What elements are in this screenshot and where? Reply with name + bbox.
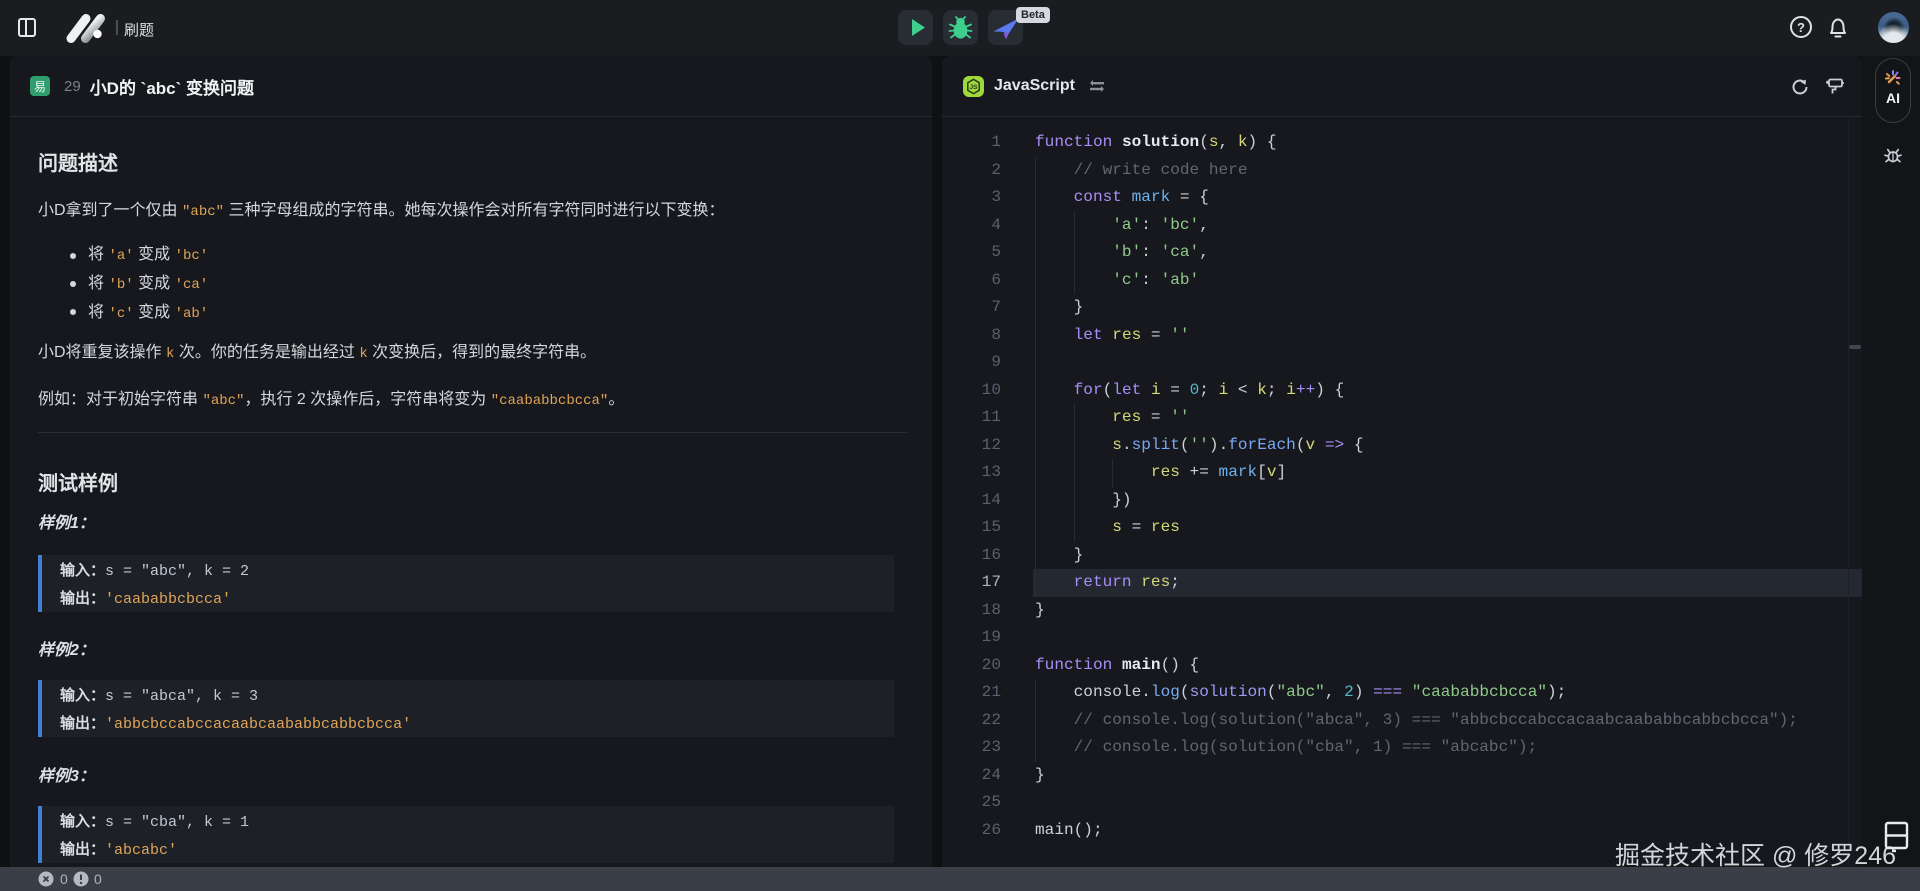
svg-text:JS: JS	[970, 84, 979, 91]
svg-text:0: 0	[94, 871, 102, 887]
svg-text:?: ?	[1797, 20, 1805, 35]
svg-text:0: 0	[60, 871, 68, 887]
